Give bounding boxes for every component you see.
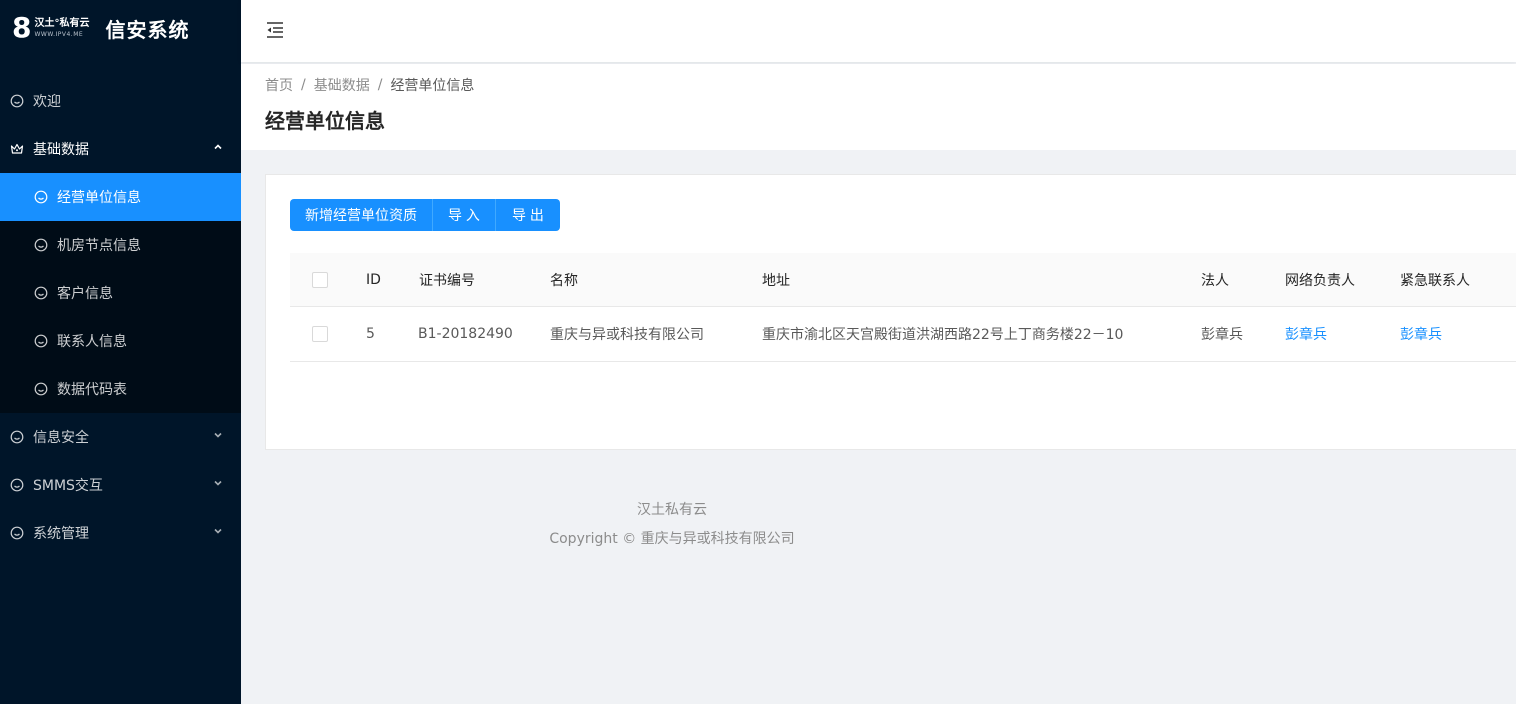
table-row: 5 B1-20182490 重庆与异或科技有限公司 重庆市渝北区天宫殿街道洪湖西… <box>290 307 1516 362</box>
sidebar-item-label: SMMS交互 <box>33 478 103 494</box>
select-all-checkbox[interactable] <box>312 271 328 288</box>
page-header: 首页 / 基础数据 / 经营单位信息 经营单位信息 <box>241 64 1516 150</box>
logo-brand-name: 汉土°私有云 <box>34 17 90 29</box>
cell-net-manager-link[interactable]: 彭章兵 <box>1285 307 1327 361</box>
sidebar-item-label: 系统管理 <box>33 526 89 542</box>
smile-icon <box>34 382 48 396</box>
column-header-cert-no[interactable]: 证书编号 <box>419 253 475 306</box>
app-title: 信安系统 <box>105 17 190 42</box>
sidebar-item-label: 欢迎 <box>33 94 61 110</box>
breadcrumb: 首页 / 基础数据 / 经营单位信息 <box>265 75 474 95</box>
smile-icon <box>34 334 48 348</box>
sidebar-item-system-admin[interactable]: 系统管理 <box>0 509 241 557</box>
column-header-id[interactable]: ID <box>366 253 381 306</box>
chevron-down-icon <box>214 432 222 438</box>
add-business-unit-button[interactable]: 新增经营单位资质 <box>290 199 433 231</box>
sidebar-item-label: 信息安全 <box>33 430 89 446</box>
page-title: 经营单位信息 <box>265 109 385 133</box>
sidebar-item-customer[interactable]: 客户信息 <box>0 269 241 317</box>
sidebar-item-label: 基础数据 <box>33 142 89 158</box>
import-button[interactable]: 导 入 <box>433 199 496 231</box>
smile-icon <box>10 430 24 444</box>
column-header-address[interactable]: 地址 <box>762 253 790 306</box>
breadcrumb-basic-data[interactable]: 基础数据 <box>314 75 370 95</box>
footer-copyright: Copyright © 重庆与异或科技有限公司 <box>549 531 795 547</box>
column-header-emergency[interactable]: 紧急联系人 <box>1400 253 1470 306</box>
toolbar: 新增经营单位资质 导 入 导 出 <box>290 199 560 231</box>
sidebar-item-label: 联系人信息 <box>57 334 127 350</box>
smile-icon <box>34 286 48 300</box>
smile-icon <box>34 238 48 252</box>
sidebar-item-smms[interactable]: SMMS交互 <box>0 461 241 509</box>
sidebar-item-label: 数据代码表 <box>57 382 127 398</box>
sidebar-menu: 欢迎 基础数据 经营单位信息 机房节点信息 客户信息 联系人信息 数据代码表 信… <box>0 77 241 557</box>
chevron-down-icon <box>214 480 222 486</box>
breadcrumb-separator: / <box>301 77 306 93</box>
sidebar-item-code-table[interactable]: 数据代码表 <box>0 365 241 413</box>
sidebar-item-label: 机房节点信息 <box>57 238 141 254</box>
cell-legal: 彭章兵 <box>1201 327 1243 343</box>
cell-id: 5 <box>366 326 375 342</box>
row-checkbox[interactable] <box>312 326 328 342</box>
logo-brand-url: WWW.IPV4.ME <box>34 30 84 38</box>
crown-icon <box>10 142 24 156</box>
chevron-up-icon <box>214 144 222 150</box>
sidebar-item-basic-data[interactable]: 基础数据 <box>0 125 241 173</box>
breadcrumb-separator: / <box>377 77 383 93</box>
sidebar-item-welcome[interactable]: 欢迎 <box>0 77 241 125</box>
column-header-legal[interactable]: 法人 <box>1201 253 1229 306</box>
sidebar-item-label: 客户信息 <box>57 286 113 302</box>
cell-name: 重庆与异或科技有限公司 <box>550 327 704 343</box>
content-card: 新增经营单位资质 导 入 导 出 ID 证书编号 名称 地址 法人 网络负责人 … <box>265 174 1516 450</box>
smile-icon <box>10 94 24 108</box>
brand-logo: 8 汉土°私有云 WWW.IPV4.ME <box>12 14 89 42</box>
breadcrumb-current: 经营单位信息 <box>390 78 475 94</box>
smile-icon <box>10 526 24 540</box>
cell-address: 重庆市渝北区天宫殿街道洪湖西路22号上丁商务楼22－10 <box>762 327 1124 343</box>
sidebar-item-label: 经营单位信息 <box>57 190 141 206</box>
sidebar-item-contact[interactable]: 联系人信息 <box>0 317 241 365</box>
logo[interactable]: 8 汉土°私有云 WWW.IPV4.ME 信安系统 <box>0 0 241 56</box>
top-header <box>241 0 1516 62</box>
breadcrumb-home[interactable]: 首页 <box>265 75 293 95</box>
column-header-net-manager[interactable]: 网络负责人 <box>1285 253 1355 306</box>
smile-icon <box>34 190 48 204</box>
sidebar: 8 汉土°私有云 WWW.IPV4.ME 信安系统 欢迎 基础数据 经营单位信息… <box>0 0 241 704</box>
sidebar-item-business-unit[interactable]: 经营单位信息 <box>0 173 241 221</box>
export-button[interactable]: 导 出 <box>496 199 560 231</box>
smile-icon <box>10 478 24 492</box>
menu-fold-icon[interactable] <box>265 20 285 40</box>
footer-brand: 汉土私有云 <box>637 502 707 518</box>
sidebar-item-datacenter-node[interactable]: 机房节点信息 <box>0 221 241 269</box>
submenu-basic-data: 经营单位信息 机房节点信息 客户信息 联系人信息 数据代码表 <box>0 173 241 413</box>
cell-emergency-link[interactable]: 彭章兵 <box>1400 307 1442 361</box>
business-unit-table: ID 证书编号 名称 地址 法人 网络负责人 紧急联系人 5 B1-201824… <box>290 253 1516 362</box>
logo-mark: 8 <box>12 11 32 44</box>
sidebar-item-info-security[interactable]: 信息安全 <box>0 413 241 461</box>
column-header-name[interactable]: 名称 <box>550 253 578 306</box>
table-header: ID 证书编号 名称 地址 法人 网络负责人 紧急联系人 <box>290 253 1516 307</box>
chevron-down-icon <box>214 528 222 534</box>
cell-cert-no: B1-20182490 <box>418 326 513 342</box>
